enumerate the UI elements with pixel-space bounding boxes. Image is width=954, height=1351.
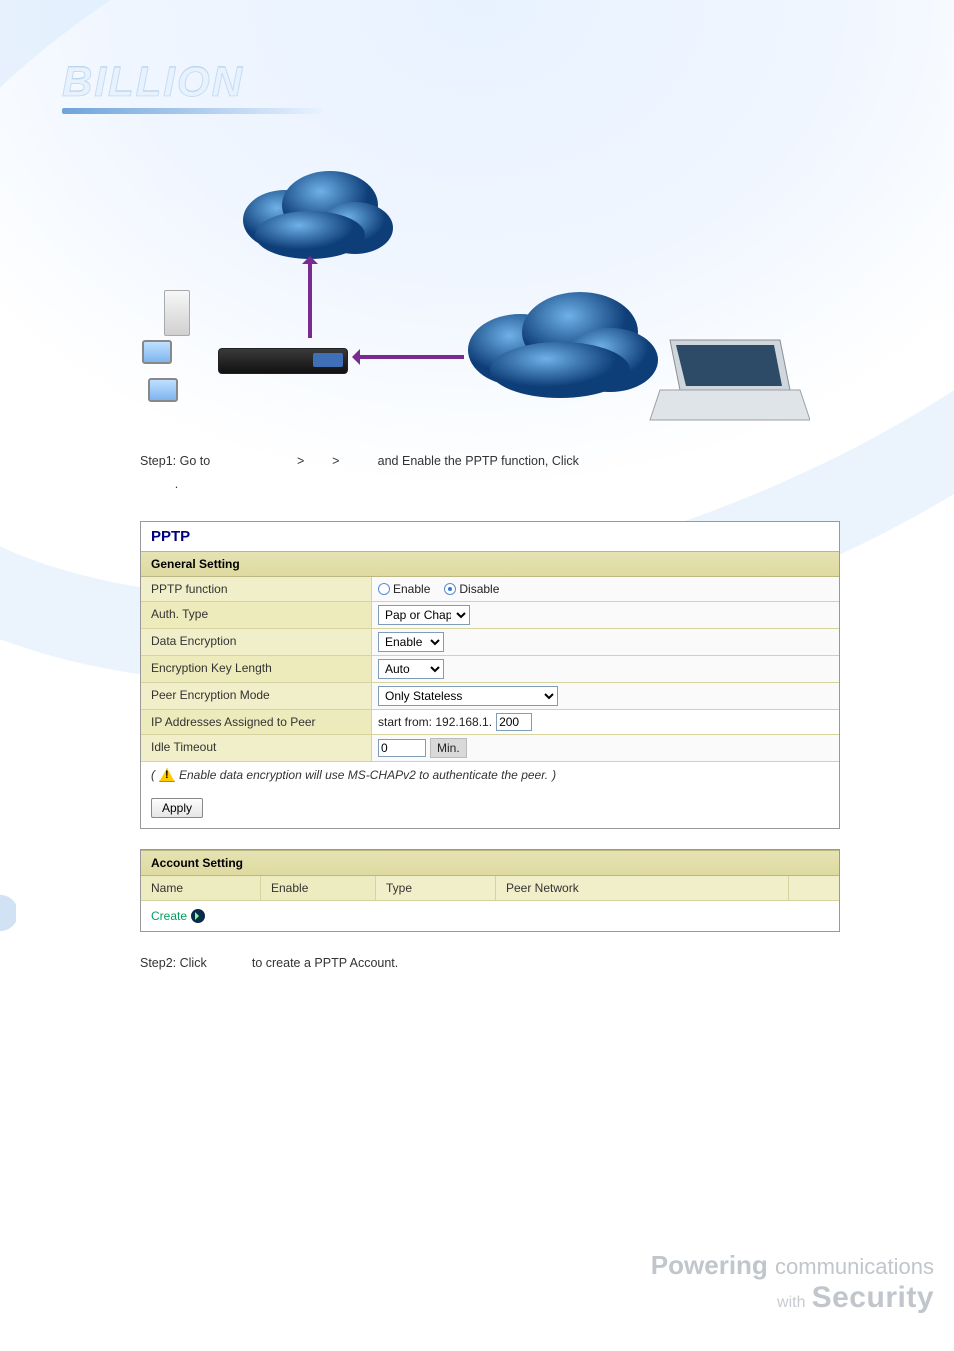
arrow-right-icon [191,909,205,923]
step2-text: Step2: Click to create a PPTP Account. [140,952,840,975]
enc-key-length-label: Encryption Key Length [141,656,371,682]
pptp-function-label: PPTP function [141,577,371,601]
pptp-settings-panel: PPTP General Setting PPTP function Enabl… [140,521,840,829]
diagram-arrow-left-icon [354,355,464,359]
col-name: Name [141,876,261,900]
brand-logo: BILLION [62,58,322,114]
account-setting-header: Account Setting [141,850,839,876]
ip-prefix-text: start from: 192.168.1. [378,715,492,729]
pptp-disable-radio[interactable]: Disable [444,582,499,596]
monitor-icon [142,340,172,364]
panel-title: PPTP [141,522,839,551]
ip-last-octet-input[interactable] [496,713,532,731]
col-enable: Enable [261,876,376,900]
network-diagram [140,150,840,440]
idle-timeout-label: Idle Timeout [141,735,371,761]
general-setting-header: General Setting [141,551,839,577]
encryption-note: ( Enable data encryption will use MS-CHA… [141,762,839,788]
enc-key-length-select[interactable]: Auto [378,659,444,679]
peer-enc-mode-label: Peer Encryption Mode [141,683,371,709]
account-table-header: Name Enable Type Peer Network [141,876,839,901]
brand-logo-text: BILLION [62,58,322,106]
create-account-link[interactable]: Create [151,909,205,923]
diagram-arrow-down-icon [308,258,312,338]
account-setting-panel: Account Setting Name Enable Type Peer Ne… [140,849,840,932]
warning-icon [159,768,175,782]
laptop-icon [640,330,810,435]
footer-tagline: Powering communications with Security [651,1250,934,1315]
step1-text: Step1: Go to > > and Enable the PPTP fun… [140,450,840,495]
apply-button[interactable]: Apply [151,798,203,818]
data-encryption-select[interactable]: Enable [378,632,444,652]
idle-unit-label: Min. [430,738,467,758]
auth-type-select[interactable]: Pap or Chap [378,605,470,625]
data-encryption-label: Data Encryption [141,629,371,655]
idle-timeout-input[interactable] [378,739,426,757]
monitor-icon [148,378,178,402]
ip-assigned-label: IP Addresses Assigned to Peer [141,710,371,734]
peer-enc-mode-select[interactable]: Only Stateless [378,686,558,706]
pptp-enable-radio[interactable]: Enable [378,582,430,596]
auth-type-label: Auth. Type [141,602,371,628]
col-peer-network: Peer Network [496,876,789,900]
col-type: Type [376,876,496,900]
desktop-pc-icon [164,290,190,336]
router-icon [218,348,348,374]
